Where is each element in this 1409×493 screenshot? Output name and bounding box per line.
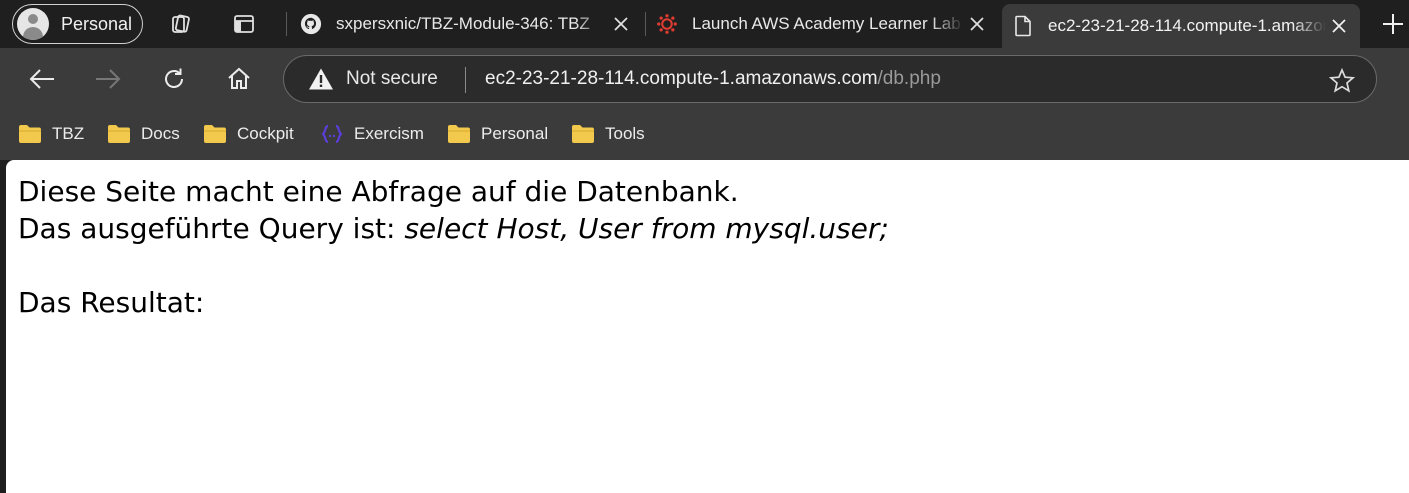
url-path: /db.php	[877, 68, 941, 89]
query-prefix: Das ausgeführte Query ist:	[18, 212, 405, 245]
bookmark-label: TBZ	[52, 124, 85, 143]
page-content: Diese Seite macht eine Abfrage auf die D…	[18, 173, 889, 321]
bookmark-tbz[interactable]: TBZ	[18, 121, 84, 147]
tab-strip: Personal sxpersxnic/TBZ-Module-346: TBZ …	[0, 0, 1409, 48]
address-bar[interactable]: Not secure ec2-23-21-28-114.compute-1.am…	[283, 55, 1377, 103]
folder-icon	[108, 125, 130, 143]
tab-ec2-db-page[interactable]: ec2-23-21-28-114.compute-1.amazonaws.com…	[1002, 4, 1360, 48]
star-icon	[1329, 68, 1355, 93]
query-line: Das ausgeführte Query ist: select Host, …	[18, 210, 889, 247]
back-arrow-icon	[29, 69, 54, 89]
tab-title: sxpersxnic/TBZ-Module-346: TBZ	[336, 14, 590, 33]
intro-text: Diese Seite macht eine Abfrage auf die D…	[18, 175, 739, 208]
bookmark-docs[interactable]: Docs	[107, 121, 180, 147]
exercism-icon	[321, 124, 343, 144]
bookmark-tools[interactable]: Tools	[571, 121, 645, 147]
query-text: select Host, User from mysql.user;	[404, 212, 889, 245]
page-viewport: Diese Seite macht eine Abfrage auf die D…	[6, 160, 1409, 493]
tab-aws-academy[interactable]: Launch AWS Academy Learner Lab	[646, 0, 998, 48]
close-icon[interactable]	[964, 11, 990, 37]
reload-icon	[165, 68, 183, 88]
url-text[interactable]: ec2-23-21-28-114.compute-1.amazonaws.com…	[485, 68, 941, 90]
favorite-button[interactable]	[1328, 67, 1356, 95]
tab-github[interactable]: sxpersxnic/TBZ-Module-346: TBZ	[290, 0, 642, 48]
toolbar: Not secure ec2-23-21-28-114.compute-1.am…	[0, 48, 1409, 108]
security-status[interactable]: Not secure	[346, 68, 438, 90]
home-icon	[228, 67, 250, 89]
workspaces-icon[interactable]	[166, 9, 196, 39]
bookmark-cockpit[interactable]: Cockpit	[203, 121, 294, 147]
profile-label: Personal	[61, 13, 133, 34]
avatar	[17, 8, 49, 40]
warning-icon[interactable]	[308, 67, 334, 91]
bookmark-label: Exercism	[354, 124, 424, 143]
forward-arrow-icon	[96, 69, 121, 89]
close-icon[interactable]	[608, 11, 634, 37]
new-tab-button[interactable]	[1378, 9, 1408, 39]
reload-button[interactable]	[157, 62, 191, 96]
browser-window: Personal sxpersxnic/TBZ-Module-346: TBZ …	[0, 0, 1409, 493]
home-button[interactable]	[222, 62, 256, 96]
back-button[interactable]	[25, 62, 59, 96]
bookmark-personal[interactable]: Personal	[447, 121, 548, 147]
close-icon[interactable]	[1326, 13, 1352, 39]
bookmark-label: Docs	[141, 124, 180, 143]
folder-icon	[572, 125, 594, 143]
folder-icon	[448, 125, 470, 143]
tab-title: ec2-23-21-28-114.compute-1.amazonaws.com…	[1048, 16, 1326, 35]
result-label: Das Resultat:	[18, 286, 205, 319]
bookmark-label: Cockpit	[237, 124, 294, 143]
tab-actions-icon[interactable]	[229, 9, 259, 39]
github-icon	[300, 13, 322, 35]
bookmark-label: Tools	[605, 124, 645, 143]
bookmarks-bar: TBZ Docs Cockpit Exercism Personal Tools	[0, 108, 1409, 160]
bookmark-label: Personal	[481, 124, 549, 143]
url-host: ec2-23-21-28-114.compute-1.amazonaws.com	[485, 68, 878, 89]
page-icon	[1012, 15, 1034, 37]
folder-icon	[204, 125, 226, 143]
tab-title: Launch AWS Academy Learner Lab	[692, 14, 961, 33]
forward-button[interactable]	[91, 62, 125, 96]
canvas-icon	[656, 13, 678, 35]
profile-button[interactable]: Personal	[12, 4, 143, 44]
bookmark-exercism[interactable]: Exercism	[320, 121, 424, 147]
folder-icon	[19, 125, 41, 143]
